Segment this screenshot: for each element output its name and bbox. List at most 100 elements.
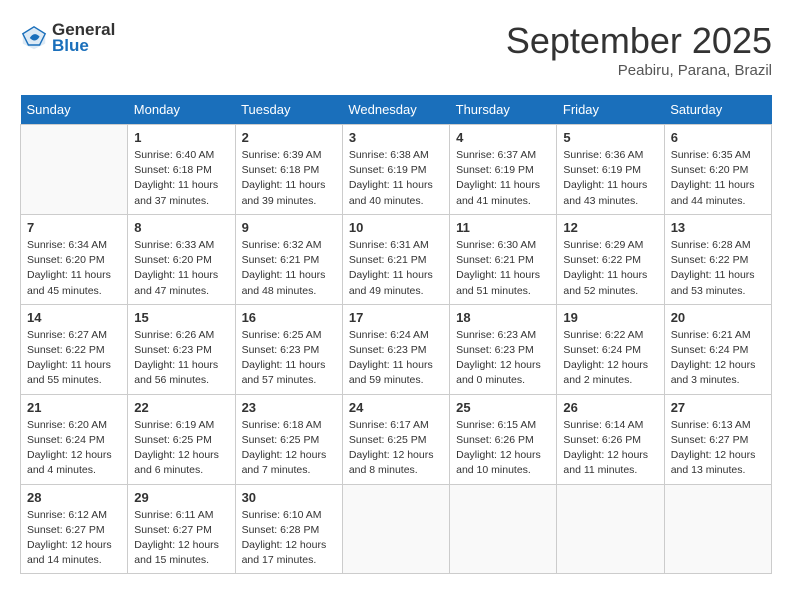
day-info: Sunrise: 6:38 AM Sunset: 6:19 PM Dayligh… <box>349 148 443 209</box>
day-info: Sunrise: 6:12 AM Sunset: 6:27 PM Dayligh… <box>27 508 121 569</box>
day-info: Sunrise: 6:23 AM Sunset: 6:23 PM Dayligh… <box>456 328 550 389</box>
day-number: 6 <box>671 130 765 145</box>
day-number: 3 <box>349 130 443 145</box>
day-of-week-header: Sunday <box>21 95 128 125</box>
calendar-table: SundayMondayTuesdayWednesdayThursdayFrid… <box>20 95 772 574</box>
logo-icon <box>20 24 48 52</box>
day-of-week-header: Monday <box>128 95 235 125</box>
day-number: 8 <box>134 220 228 235</box>
calendar-day-cell: 16 Sunrise: 6:25 AM Sunset: 6:23 PM Dayli… <box>235 304 342 394</box>
day-info: Sunrise: 6:27 AM Sunset: 6:22 PM Dayligh… <box>27 328 121 389</box>
calendar-day-cell: 8 Sunrise: 6:33 AM Sunset: 6:20 PM Daylig… <box>128 214 235 304</box>
day-info: Sunrise: 6:40 AM Sunset: 6:18 PM Dayligh… <box>134 148 228 209</box>
calendar-day-cell: 1 Sunrise: 6:40 AM Sunset: 6:18 PM Daylig… <box>128 125 235 215</box>
calendar-day-cell: 27 Sunrise: 6:13 AM Sunset: 6:27 PM Dayli… <box>664 394 771 484</box>
logo: General Blue <box>20 20 115 56</box>
calendar-day-cell: 5 Sunrise: 6:36 AM Sunset: 6:19 PM Daylig… <box>557 125 664 215</box>
calendar-day-cell: 19Sunrise: 6:22 AM Sunset: 6:24 PM Dayli… <box>557 304 664 394</box>
day-number: 15 <box>134 310 228 325</box>
day-number: 20 <box>671 310 765 325</box>
day-info: Sunrise: 6:10 AM Sunset: 6:28 PM Dayligh… <box>242 508 336 569</box>
day-info: Sunrise: 6:20 AM Sunset: 6:24 PM Dayligh… <box>27 418 121 479</box>
day-info: Sunrise: 6:30 AM Sunset: 6:21 PM Dayligh… <box>456 238 550 299</box>
day-info: Sunrise: 6:19 AM Sunset: 6:25 PM Dayligh… <box>134 418 228 479</box>
day-info: Sunrise: 6:15 AM Sunset: 6:26 PM Dayligh… <box>456 418 550 479</box>
day-number: 21 <box>27 400 121 415</box>
calendar-day-cell: 10Sunrise: 6:31 AM Sunset: 6:21 PM Dayli… <box>342 214 449 304</box>
day-info: Sunrise: 6:36 AM Sunset: 6:19 PM Dayligh… <box>563 148 657 209</box>
day-info: Sunrise: 6:29 AM Sunset: 6:22 PM Dayligh… <box>563 238 657 299</box>
calendar-week-row: 1 Sunrise: 6:40 AM Sunset: 6:18 PM Daylig… <box>21 125 772 215</box>
calendar-week-row: 21 Sunrise: 6:20 AM Sunset: 6:24 PM Dayli… <box>21 394 772 484</box>
calendar-day-cell: 14 Sunrise: 6:27 AM Sunset: 6:22 PM Dayli… <box>21 304 128 394</box>
calendar-day-cell: 28 Sunrise: 6:12 AM Sunset: 6:27 PM Dayli… <box>21 484 128 574</box>
day-of-week-header: Saturday <box>664 95 771 125</box>
day-number: 16 <box>242 310 336 325</box>
calendar-day-cell: 6Sunrise: 6:35 AM Sunset: 6:20 PM Daylig… <box>664 125 771 215</box>
day-info: Sunrise: 6:33 AM Sunset: 6:20 PM Dayligh… <box>134 238 228 299</box>
calendar-day-cell: 7 Sunrise: 6:34 AM Sunset: 6:20 PM Daylig… <box>21 214 128 304</box>
calendar-day-cell: 11 Sunrise: 6:30 AM Sunset: 6:21 PM Dayli… <box>450 214 557 304</box>
day-info: Sunrise: 6:31 AM Sunset: 6:21 PM Dayligh… <box>349 238 443 299</box>
calendar-day-cell <box>342 484 449 574</box>
calendar-day-cell: 20 Sunrise: 6:21 AM Sunset: 6:24 PM Dayli… <box>664 304 771 394</box>
day-info: Sunrise: 6:34 AM Sunset: 6:20 PM Dayligh… <box>27 238 121 299</box>
day-number: 5 <box>563 130 657 145</box>
day-number: 13 <box>671 220 765 235</box>
location-subtitle: Peabiru, Parana, Brazil <box>506 62 772 79</box>
day-number: 29 <box>134 490 228 505</box>
day-number: 17 <box>349 310 443 325</box>
day-info: Sunrise: 6:25 AM Sunset: 6:23 PM Dayligh… <box>242 328 336 389</box>
calendar-day-cell <box>557 484 664 574</box>
month-title: September 2025 <box>506 20 772 62</box>
day-number: 2 <box>242 130 336 145</box>
day-number: 25 <box>456 400 550 415</box>
calendar-day-cell <box>21 125 128 215</box>
day-number: 30 <box>242 490 336 505</box>
calendar-day-cell: 24 Sunrise: 6:17 AM Sunset: 6:25 PM Dayli… <box>342 394 449 484</box>
day-of-week-header: Thursday <box>450 95 557 125</box>
day-info: Sunrise: 6:28 AM Sunset: 6:22 PM Dayligh… <box>671 238 765 299</box>
calendar-header-row: SundayMondayTuesdayWednesdayThursdayFrid… <box>21 95 772 125</box>
title-block: September 2025 Peabiru, Parana, Brazil <box>506 20 772 79</box>
day-number: 7 <box>27 220 121 235</box>
day-info: Sunrise: 6:37 AM Sunset: 6:19 PM Dayligh… <box>456 148 550 209</box>
day-number: 22 <box>134 400 228 415</box>
page-header: General Blue September 2025 Peabiru, Par… <box>20 20 772 79</box>
day-info: Sunrise: 6:21 AM Sunset: 6:24 PM Dayligh… <box>671 328 765 389</box>
day-number: 19 <box>563 310 657 325</box>
calendar-day-cell: 22 Sunrise: 6:19 AM Sunset: 6:25 PM Dayli… <box>128 394 235 484</box>
day-of-week-header: Friday <box>557 95 664 125</box>
day-number: 4 <box>456 130 550 145</box>
calendar-day-cell: 21 Sunrise: 6:20 AM Sunset: 6:24 PM Dayli… <box>21 394 128 484</box>
calendar-day-cell <box>664 484 771 574</box>
calendar-week-row: 14 Sunrise: 6:27 AM Sunset: 6:22 PM Dayli… <box>21 304 772 394</box>
day-number: 14 <box>27 310 121 325</box>
calendar-day-cell: 23Sunrise: 6:18 AM Sunset: 6:25 PM Dayli… <box>235 394 342 484</box>
day-number: 27 <box>671 400 765 415</box>
day-number: 11 <box>456 220 550 235</box>
calendar-day-cell: 15 Sunrise: 6:26 AM Sunset: 6:23 PM Dayli… <box>128 304 235 394</box>
day-number: 23 <box>242 400 336 415</box>
calendar-week-row: 7 Sunrise: 6:34 AM Sunset: 6:20 PM Daylig… <box>21 214 772 304</box>
day-info: Sunrise: 6:26 AM Sunset: 6:23 PM Dayligh… <box>134 328 228 389</box>
day-info: Sunrise: 6:39 AM Sunset: 6:18 PM Dayligh… <box>242 148 336 209</box>
calendar-body: 1 Sunrise: 6:40 AM Sunset: 6:18 PM Daylig… <box>21 125 772 574</box>
day-number: 24 <box>349 400 443 415</box>
day-info: Sunrise: 6:17 AM Sunset: 6:25 PM Dayligh… <box>349 418 443 479</box>
calendar-day-cell: 26Sunrise: 6:14 AM Sunset: 6:26 PM Dayli… <box>557 394 664 484</box>
day-info: Sunrise: 6:32 AM Sunset: 6:21 PM Dayligh… <box>242 238 336 299</box>
calendar-day-cell <box>450 484 557 574</box>
calendar-day-cell: 25 Sunrise: 6:15 AM Sunset: 6:26 PM Dayli… <box>450 394 557 484</box>
calendar-day-cell: 4 Sunrise: 6:37 AM Sunset: 6:19 PM Daylig… <box>450 125 557 215</box>
day-info: Sunrise: 6:11 AM Sunset: 6:27 PM Dayligh… <box>134 508 228 569</box>
day-info: Sunrise: 6:24 AM Sunset: 6:23 PM Dayligh… <box>349 328 443 389</box>
calendar-week-row: 28 Sunrise: 6:12 AM Sunset: 6:27 PM Dayli… <box>21 484 772 574</box>
day-number: 18 <box>456 310 550 325</box>
day-number: 1 <box>134 130 228 145</box>
day-number: 28 <box>27 490 121 505</box>
day-info: Sunrise: 6:13 AM Sunset: 6:27 PM Dayligh… <box>671 418 765 479</box>
calendar-day-cell: 30 Sunrise: 6:10 AM Sunset: 6:28 PM Dayli… <box>235 484 342 574</box>
day-of-week-header: Wednesday <box>342 95 449 125</box>
logo-text-block: General Blue <box>52 20 115 56</box>
